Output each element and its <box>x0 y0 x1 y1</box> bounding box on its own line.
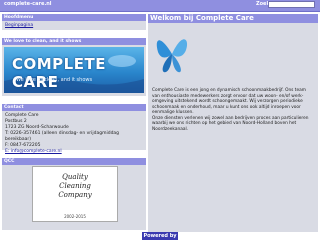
page-title: Welkom bij Complete Care <box>148 14 318 23</box>
sidebar: Hoofdmenu Beginpagina We love to clean, … <box>2 14 146 232</box>
qcc-logo-line: Quality <box>62 173 88 181</box>
search-input[interactable] <box>268 1 315 8</box>
banner-panel-title: We love to clean, and it shows <box>2 38 146 45</box>
complete-care-banner: COMPLETE CARE We love to clean, and it s… <box>4 47 144 93</box>
qcc-logo-line: Cleaning <box>59 182 91 190</box>
banner-logo-text: COMPLETE CARE <box>12 55 106 91</box>
nav-panel: Hoofdmenu Beginpagina <box>2 14 146 30</box>
contact-panel: Contact Complete Care Postbus 2 1723 ZG … <box>2 104 146 154</box>
banner-slogan: We love to clean, and it shows <box>16 77 93 83</box>
contact-email-link[interactable]: E: info@complete-care.nl <box>5 149 143 155</box>
banner-panel: We love to clean, and it shows COMPLETE … <box>2 38 146 96</box>
intro-paragraph: Complete Care is een jong en dynamisch s… <box>152 88 306 115</box>
nav-link-beginpagina[interactable]: Beginpagina <box>5 23 33 28</box>
main-content: Welkom bij Complete Care Complete Care i… <box>148 14 318 232</box>
top-bar: complete-care.nl Zoek <box>0 0 320 12</box>
service-area-paragraph: Onze diensten verlenen wij zowel aan bed… <box>152 115 309 132</box>
nav-panel-title: Hoofdmenu <box>2 14 146 21</box>
qcc-logo-line: Company <box>58 191 92 199</box>
qcc-years: 2002-2015 <box>64 214 86 219</box>
butterfly-logo-icon <box>156 39 188 73</box>
site-title: complete-care.nl <box>4 1 52 7</box>
contact-panel-title: Contact <box>2 104 146 111</box>
powered-by-badge[interactable]: Powered by <box>142 232 178 240</box>
contact-phone: T: 0226-357461 (alleen dinsdag- en vrijd… <box>5 131 120 142</box>
qcc-panel-title: QCC <box>2 158 146 165</box>
qcc-panel: QCC Quality Cleaning Company 2002-2015 <box>2 158 146 230</box>
qcc-logo: Quality Cleaning Company 2002-2015 <box>32 166 118 222</box>
